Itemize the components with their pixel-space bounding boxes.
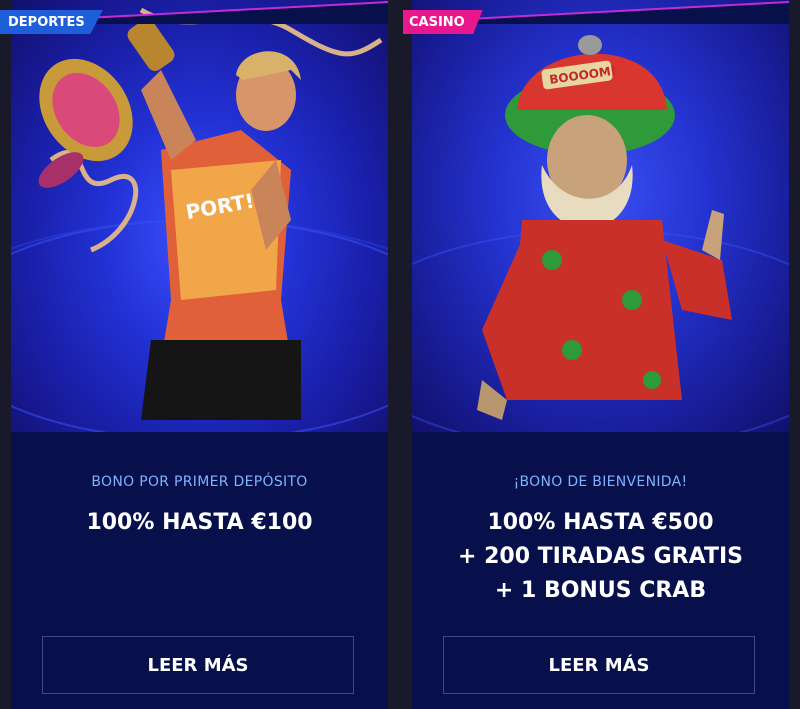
soccer-player-illustration: PORT!: [11, 7, 388, 432]
category-badge-sports: DEPORTES: [0, 10, 103, 34]
category-badge-casino: CASINO: [403, 10, 483, 34]
offer-headline: 100% HASTA €100: [11, 506, 388, 540]
offer-headline: 100% HASTA €500 + 200 TIRADAS GRATIS + 1…: [412, 506, 789, 608]
read-more-button[interactable]: LEER MÁS: [42, 636, 354, 694]
headline-line: + 1 BONUS CRAB: [494, 578, 707, 603]
headline-line: + 200 TIRADAS GRATIS: [458, 544, 743, 569]
hero-image-sports: PORT!: [11, 0, 388, 432]
promo-card-sports: PORT! BONO POR PRIMER DEPÓSITO 100% HAST…: [11, 0, 388, 709]
read-more-button[interactable]: LEER MÁS: [443, 636, 755, 694]
offer-subtitle: BONO POR PRIMER DEPÓSITO: [91, 474, 308, 490]
hero-image-casino: BOOOOM!: [412, 0, 789, 432]
headline-line: 100% HASTA €100: [86, 510, 313, 535]
bearded-character-illustration: BOOOOM!: [412, 35, 789, 432]
offer-subtitle: ¡BONO DE BIENVENIDA!: [513, 474, 688, 490]
headline-line: 100% HASTA €500: [487, 510, 714, 535]
promo-card-casino: BOOOOM! ¡BONO DE BIENVENIDA! 100% HASTA …: [412, 0, 789, 709]
